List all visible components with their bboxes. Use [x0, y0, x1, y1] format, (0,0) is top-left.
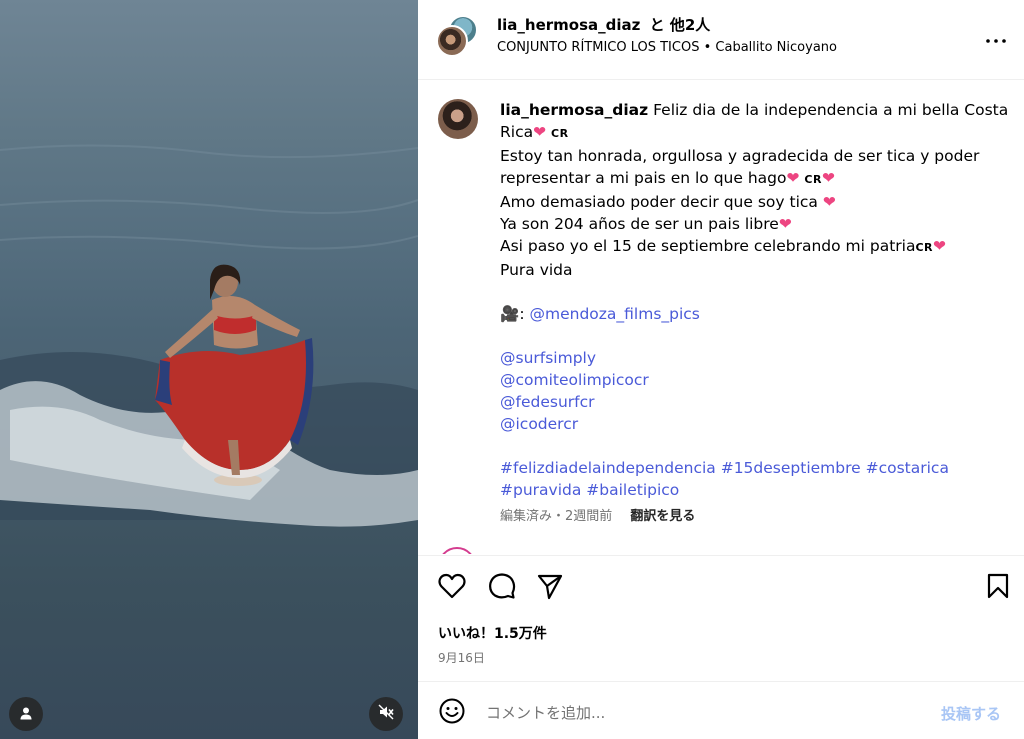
collaborators-link[interactable]: と 他2人 [650, 16, 711, 34]
tagged-users-button[interactable] [9, 697, 43, 731]
camera-emoji: 🎥 [500, 305, 520, 323]
author-username[interactable]: lia_hermosa_diaz [497, 16, 640, 34]
audio-artist[interactable]: CONJUNTO RÍTMICO LOS TICOS [497, 40, 699, 55]
caption-text: Amo demasiado poder decir que soy tica [500, 193, 818, 211]
collab-avatars[interactable] [436, 15, 478, 57]
caption-line: Amo demasiado poder decir que soy tica ❤ [500, 191, 1000, 213]
like-button[interactable] [436, 572, 468, 604]
flag-emoji: CR [551, 127, 569, 140]
caption-area: lia_hermosa_diaz Feliz dia de la indepen… [418, 81, 1024, 554]
mention-link[interactable]: @fedesurfcr [500, 391, 1000, 413]
caption-username[interactable]: lia_hermosa_diaz [500, 101, 648, 119]
heart-emoji: ❤ [821, 169, 835, 187]
post-caption: lia_hermosa_diaz Feliz dia de la indepen… [500, 99, 1008, 501]
heart-icon [438, 573, 466, 603]
hashtag-links[interactable]: #felizdiadelaindependencia #15deseptiemb… [500, 457, 1000, 479]
mute-toggle-button[interactable] [369, 697, 403, 731]
send-icon [536, 572, 564, 604]
caption-meta: 編集済み・2週間前 翻訳を見る [500, 505, 695, 524]
post-media[interactable] [0, 0, 418, 739]
author-avatar[interactable] [436, 25, 468, 57]
post-date[interactable]: 9月16日 [438, 649, 485, 666]
caption-text: Asi paso yo el 15 de septiembre celebran… [500, 237, 916, 255]
post-details-panel: lia_hermosa_diaz と 他2人 CONJUNTO RÍTMICO … [418, 0, 1024, 739]
flag-emoji: CR [804, 173, 822, 186]
mention-link[interactable]: @surfsimply [500, 347, 1000, 369]
caption-line: representar a mi pais en lo que hago❤ CR… [500, 167, 1000, 191]
hashtag-links[interactable]: #puravida #bailetipico [500, 479, 1000, 501]
post-header: lia_hermosa_diaz と 他2人 CONJUNTO RÍTMICO … [418, 0, 1024, 80]
caption-line: Rica❤ CR [500, 121, 1000, 145]
mention-link[interactable]: @mendoza_films_pics [529, 305, 699, 323]
mention-link[interactable]: @icodercr [500, 413, 1000, 435]
edited-time: 編集済み・2週間前 [500, 509, 613, 524]
post-authors: lia_hermosa_diaz と 他2人 [497, 14, 710, 35]
comment-icon [488, 572, 516, 604]
flag-emoji: CR [915, 241, 933, 254]
audio-title[interactable]: Caballito Nicoyano [715, 40, 837, 55]
heart-emoji: ❤ [786, 169, 800, 187]
share-button[interactable] [534, 572, 566, 604]
caption-text: Pura vida [500, 261, 573, 279]
translate-button[interactable]: 翻訳を見る [630, 509, 695, 524]
caption-line: 🎥: @mendoza_films_pics [500, 303, 1000, 325]
caption-text: Ya son 204 años de ser un pais libre [500, 215, 779, 233]
heart-emoji: ❤ [822, 193, 836, 211]
post-comment-button[interactable]: 投稿する [941, 703, 1001, 724]
caption-line: lia_hermosa_diaz Feliz dia de la indepen… [500, 99, 1008, 121]
audio-info[interactable]: CONJUNTO RÍTMICO LOS TICOS • Caballito N… [497, 40, 837, 55]
audio-separator: • [703, 40, 712, 55]
comment-avatar[interactable] [438, 547, 476, 554]
surf-photo [0, 144, 418, 527]
caption-text: Estoy tan honrada, orgullosa y agradecid… [500, 147, 980, 165]
emoji-picker-button[interactable] [438, 698, 466, 728]
caption-text: Rica [500, 123, 534, 141]
likes-count[interactable]: いいね！1.5万件 [438, 623, 547, 643]
heart-emoji: ❤ [933, 237, 946, 255]
speaker-muted-icon [378, 704, 394, 724]
save-button[interactable] [982, 572, 1014, 604]
comment-composer: 投稿する [418, 681, 1024, 739]
user-icon [19, 705, 33, 724]
post-actions: いいね！1.5万件 9月16日 [418, 555, 1024, 680]
emoji-icon [439, 698, 465, 728]
caption-line: Ya son 204 años de ser un pais libre❤ [500, 213, 1000, 235]
more-options-button[interactable] [984, 24, 1008, 48]
caption-line: Asi paso yo el 15 de septiembre celebran… [500, 235, 1000, 259]
heart-emoji: ❤ [533, 123, 547, 141]
caption-text: Feliz dia de la independencia a mi bella… [653, 101, 1009, 119]
credit-prefix: : [519, 305, 525, 323]
caption-text: representar a mi pais en lo que hago [500, 169, 787, 187]
comment-input[interactable] [486, 700, 926, 726]
mention-link[interactable]: @comiteolimpicocr [500, 369, 1000, 391]
bookmark-icon [987, 573, 1009, 603]
comment-button[interactable] [486, 572, 518, 604]
more-horizontal-icon [986, 24, 1006, 48]
heart-emoji: ❤ [778, 215, 792, 233]
caption-author-avatar[interactable] [438, 99, 478, 139]
